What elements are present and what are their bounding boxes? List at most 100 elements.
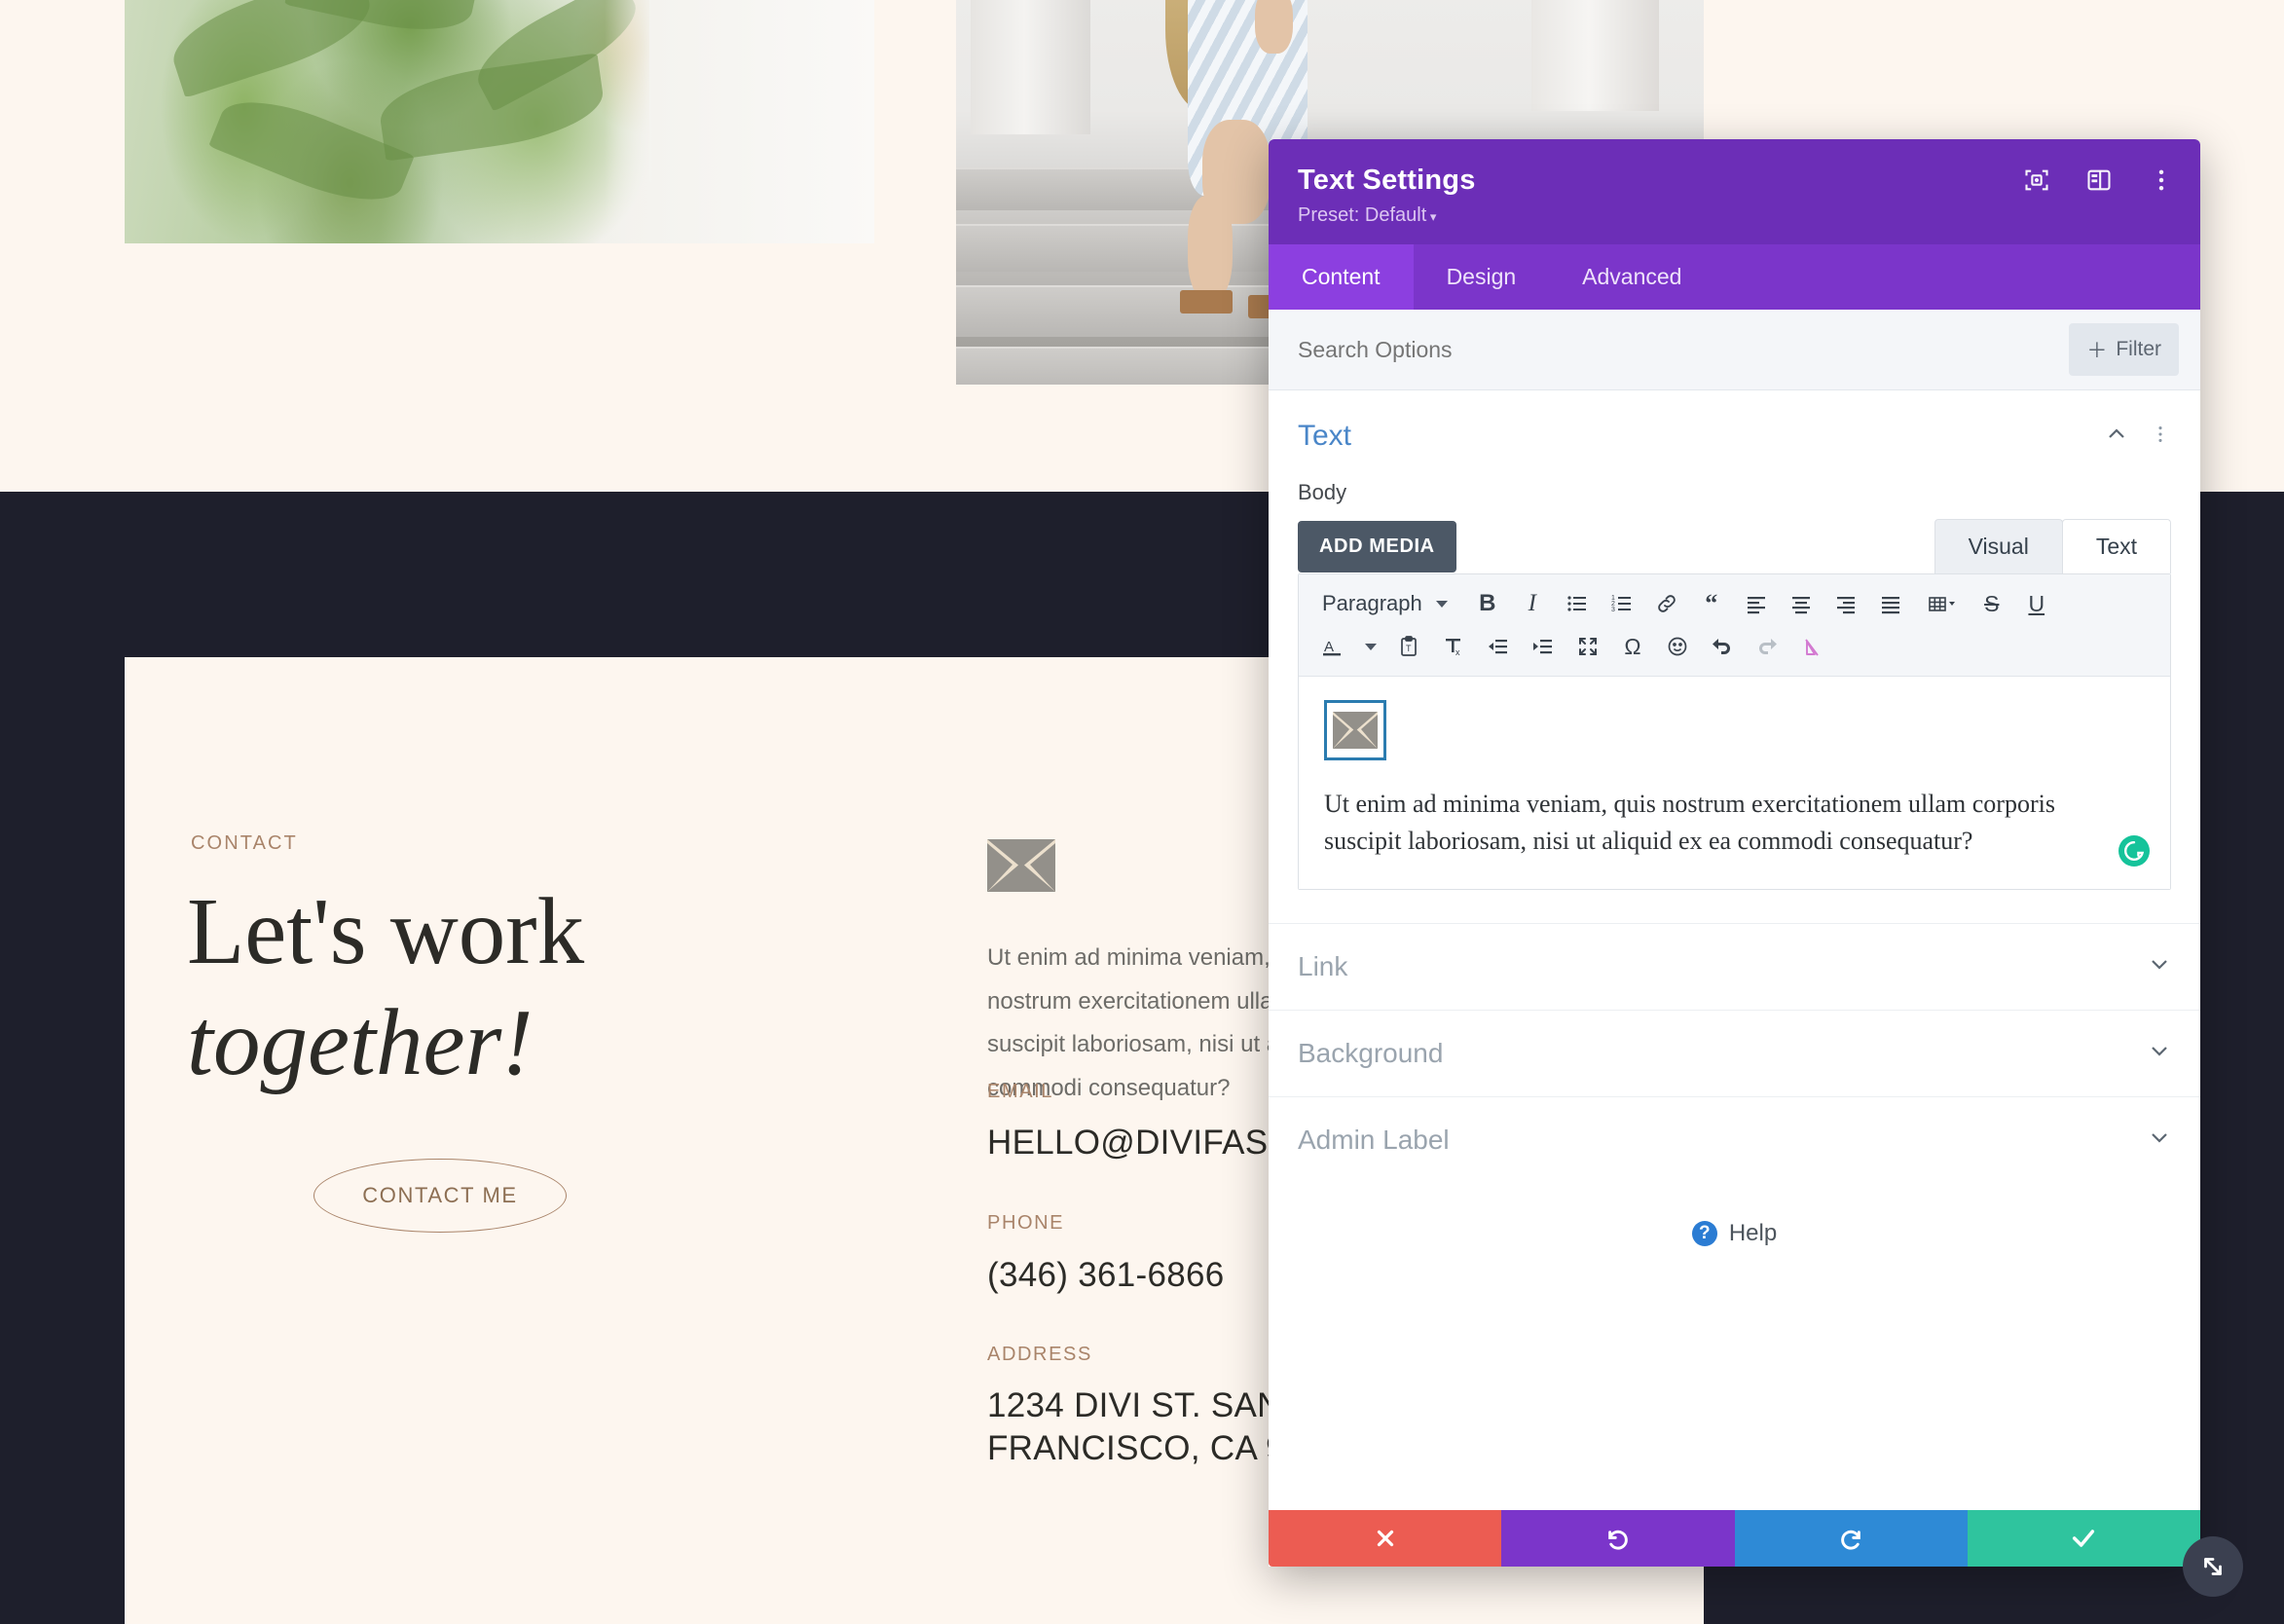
question-mark-icon: ? xyxy=(1691,1220,1717,1246)
fullscreen-icon[interactable] xyxy=(1567,626,1608,667)
svg-text:T: T xyxy=(1406,644,1412,653)
help-label: Help xyxy=(1728,1219,1778,1246)
body-label: Body xyxy=(1298,480,1347,504)
align-center-icon[interactable] xyxy=(1781,583,1822,624)
blockquote-icon[interactable]: “ xyxy=(1691,583,1732,624)
bold-icon[interactable]: B xyxy=(1467,583,1508,624)
heading-line-2-italic: together xyxy=(187,990,502,1095)
address-label: ADDRESS xyxy=(987,1344,1092,1365)
undo-icon[interactable] xyxy=(1702,626,1743,667)
align-right-icon[interactable] xyxy=(1825,583,1866,624)
preset-label: Preset: Default xyxy=(1298,204,1427,226)
chevron-up-icon[interactable] xyxy=(2105,423,2128,451)
link-icon[interactable] xyxy=(1646,583,1687,624)
page-title: Let's work together! xyxy=(187,876,888,1099)
phone-value: (346) 361-6866 xyxy=(987,1256,1225,1294)
modal-header: Text Settings Preset: Default ▾ xyxy=(1269,139,2200,244)
section-actions xyxy=(2105,423,2171,451)
bulleted-list-icon[interactable] xyxy=(1557,583,1598,624)
section-title: Text xyxy=(1298,420,1352,452)
format-select[interactable]: Paragraph xyxy=(1312,583,1455,624)
chevron-down-icon xyxy=(2148,1126,2171,1154)
editor-toolbar-row-2: A T x Ω xyxy=(1312,625,2160,668)
keyboard-shortcuts-icon[interactable] xyxy=(1791,626,1832,667)
accordion-background[interactable]: Background xyxy=(1269,1009,2200,1096)
modal-footer xyxy=(1269,1510,2200,1567)
envelope-icon xyxy=(987,839,1055,892)
heading-line-1: Let's work xyxy=(187,879,585,983)
editor-mode-tabs: Visual Text xyxy=(1934,519,2171,573)
layout-panel-icon[interactable] xyxy=(2085,166,2113,194)
text-color-chevron-icon[interactable] xyxy=(1357,626,1384,667)
phone-label: PHONE xyxy=(987,1212,1065,1234)
chevron-down-icon: ▾ xyxy=(1426,209,1437,224)
chevron-down-icon xyxy=(2148,1039,2171,1067)
preset-selector[interactable]: Preset: Default ▾ xyxy=(1298,204,2171,227)
modal-body: Text Body ADD MEDIA Visual Text Paragrap… xyxy=(1269,390,2200,1510)
cancel-button[interactable] xyxy=(1269,1510,1502,1567)
editor-toolbar: Paragraph B I 123 “ S U A T x Ω xyxy=(1299,574,2170,677)
redo-icon[interactable] xyxy=(1747,626,1787,667)
modal-tab-bar: Content Design Advanced xyxy=(1269,244,2200,310)
envelope-image-placeholder[interactable] xyxy=(1324,700,1386,760)
plus-icon: ＋ xyxy=(2086,340,2108,362)
filter-button[interactable]: ＋ Filter xyxy=(2069,323,2179,376)
tab-text[interactable]: Text xyxy=(2061,519,2171,573)
emoji-icon[interactable] xyxy=(1657,626,1698,667)
undo-button[interactable] xyxy=(1501,1510,1735,1567)
kebab-menu-icon[interactable] xyxy=(2148,166,2175,194)
editor-top-bar: ADD MEDIA Visual Text xyxy=(1298,519,2171,573)
kebab-menu-icon[interactable] xyxy=(2150,424,2171,450)
add-media-button[interactable]: ADD MEDIA xyxy=(1298,520,1456,572)
align-justify-icon[interactable] xyxy=(1870,583,1911,624)
accordion-admin-label-label: Admin Label xyxy=(1298,1124,1450,1155)
paste-as-text-icon[interactable]: T xyxy=(1388,626,1429,667)
italic-icon[interactable]: I xyxy=(1512,583,1553,624)
numbered-list-icon[interactable]: 123 xyxy=(1602,583,1642,624)
strikethrough-icon[interactable]: S xyxy=(1971,583,2012,624)
modal-header-icons xyxy=(2023,166,2175,194)
help-link[interactable]: ? Help xyxy=(1269,1183,2200,1284)
resize-handle[interactable] xyxy=(2183,1536,2243,1597)
heading-suffix: ! xyxy=(501,990,534,1095)
format-select-label: Paragraph xyxy=(1322,591,1422,615)
filter-button-label: Filter xyxy=(2116,338,2161,360)
table-icon[interactable] xyxy=(1915,583,1968,624)
editor-toolbar-row-1: Paragraph B I 123 “ S U xyxy=(1312,582,2160,625)
tab-advanced[interactable]: Advanced xyxy=(1549,244,1714,310)
special-character-icon[interactable]: Ω xyxy=(1612,626,1653,667)
contact-me-button[interactable]: CONTACT ME xyxy=(313,1159,567,1233)
tab-design[interactable]: Design xyxy=(1414,244,1550,310)
chevron-down-icon xyxy=(2148,952,2171,980)
hero-image-plants[interactable] xyxy=(125,0,874,243)
grammarly-icon[interactable] xyxy=(2118,834,2151,867)
focus-target-icon[interactable] xyxy=(2023,166,2050,194)
tab-content[interactable]: Content xyxy=(1269,244,1414,310)
tab-visual[interactable]: Visual xyxy=(1934,519,2063,573)
clear-formatting-icon[interactable]: x xyxy=(1433,626,1474,667)
align-left-icon[interactable] xyxy=(1736,583,1777,624)
svg-text:A: A xyxy=(1324,639,1334,655)
contact-eyebrow-label: CONTACT xyxy=(191,832,298,854)
indent-icon[interactable] xyxy=(1523,626,1564,667)
text-settings-modal: Text Settings Preset: Default ▾ Content … xyxy=(1269,139,2200,1567)
outdent-icon[interactable] xyxy=(1478,626,1519,667)
underline-icon[interactable]: U xyxy=(2016,583,2057,624)
editor-content-area[interactable]: Ut enim ad minima veniam, quis nostrum e… xyxy=(1299,677,2170,889)
text-section-header: Text xyxy=(1269,390,2200,462)
save-button[interactable] xyxy=(1967,1510,2200,1567)
search-input[interactable] xyxy=(1298,336,1843,363)
accordion-admin-label[interactable]: Admin Label xyxy=(1269,1095,2200,1183)
email-label: EMAIL xyxy=(987,1081,1054,1102)
accordion-link-label: Link xyxy=(1298,950,1348,981)
wysiwyg-editor: Paragraph B I 123 “ S U A T x Ω Ut enim … xyxy=(1298,573,2171,890)
accordion-background-label: Background xyxy=(1298,1037,1444,1068)
chevron-down-icon xyxy=(1435,600,1448,608)
svg-text:x: x xyxy=(1455,647,1460,657)
accordion-link[interactable]: Link xyxy=(1269,922,2200,1010)
editor-paragraph-text[interactable]: Ut enim ad minima veniam, quis nostrum e… xyxy=(1324,786,2103,860)
body-field-wrap: Body ADD MEDIA Visual Text Paragraph B I… xyxy=(1269,480,2200,890)
redo-button[interactable] xyxy=(1734,1510,1968,1567)
search-options-row: ＋ Filter xyxy=(1269,310,2200,390)
text-color-icon[interactable]: A xyxy=(1312,626,1353,667)
